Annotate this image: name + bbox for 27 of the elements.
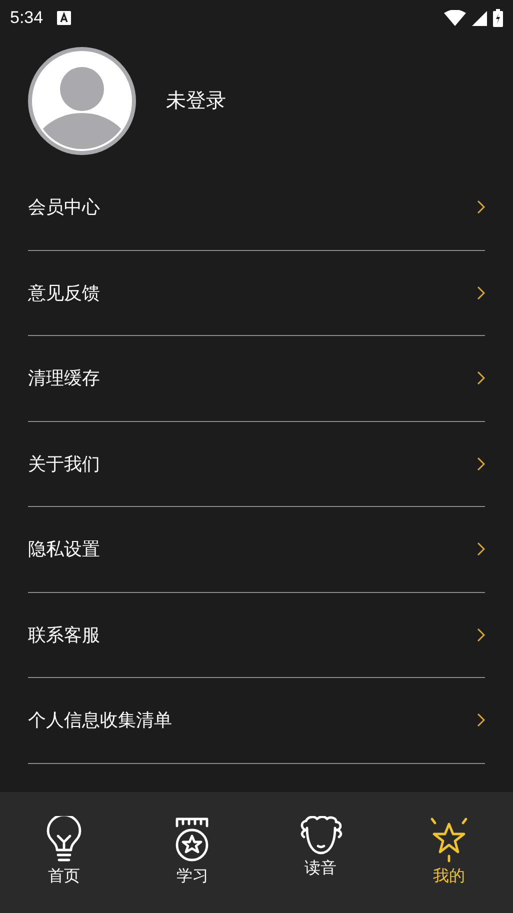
nav-tab[interactable]: 学习 [128, 792, 256, 913]
battery-icon [493, 9, 503, 27]
nav-tab[interactable]: 我的 [384, 792, 513, 913]
chevron-right-icon [477, 713, 485, 728]
menu-item[interactable]: 联系客服 [28, 592, 485, 678]
chevron-right-icon [477, 200, 485, 214]
chevron-right-icon [477, 371, 485, 386]
menu-item[interactable]: 会员中心 [28, 165, 485, 250]
nav-tab[interactable]: 读音 [256, 792, 385, 913]
menu-item[interactable]: 隐私设置 [28, 507, 485, 592]
avatar-icon[interactable] [28, 46, 136, 154]
chevron-right-icon [477, 456, 485, 471]
star-icon [428, 816, 469, 864]
status-time: 5:34 [10, 8, 44, 28]
menu-item[interactable]: 清理缓存 [28, 336, 485, 422]
menu-item[interactable]: 关于我们 [28, 422, 485, 507]
chevron-right-icon [477, 628, 485, 642]
menu-item[interactable]: 意见反馈 [28, 250, 485, 336]
notification-icon [57, 11, 72, 25]
login-status[interactable]: 未登录 [166, 87, 226, 114]
chevron-right-icon [477, 286, 485, 300]
signal-icon [472, 10, 487, 26]
menu-item[interactable]: 个人信息收集清单 [28, 678, 485, 764]
lightbulb-icon [45, 816, 84, 864]
wifi-icon [444, 10, 466, 26]
nav-tab[interactable]: 首页 [0, 792, 128, 913]
chevron-right-icon [477, 542, 485, 556]
